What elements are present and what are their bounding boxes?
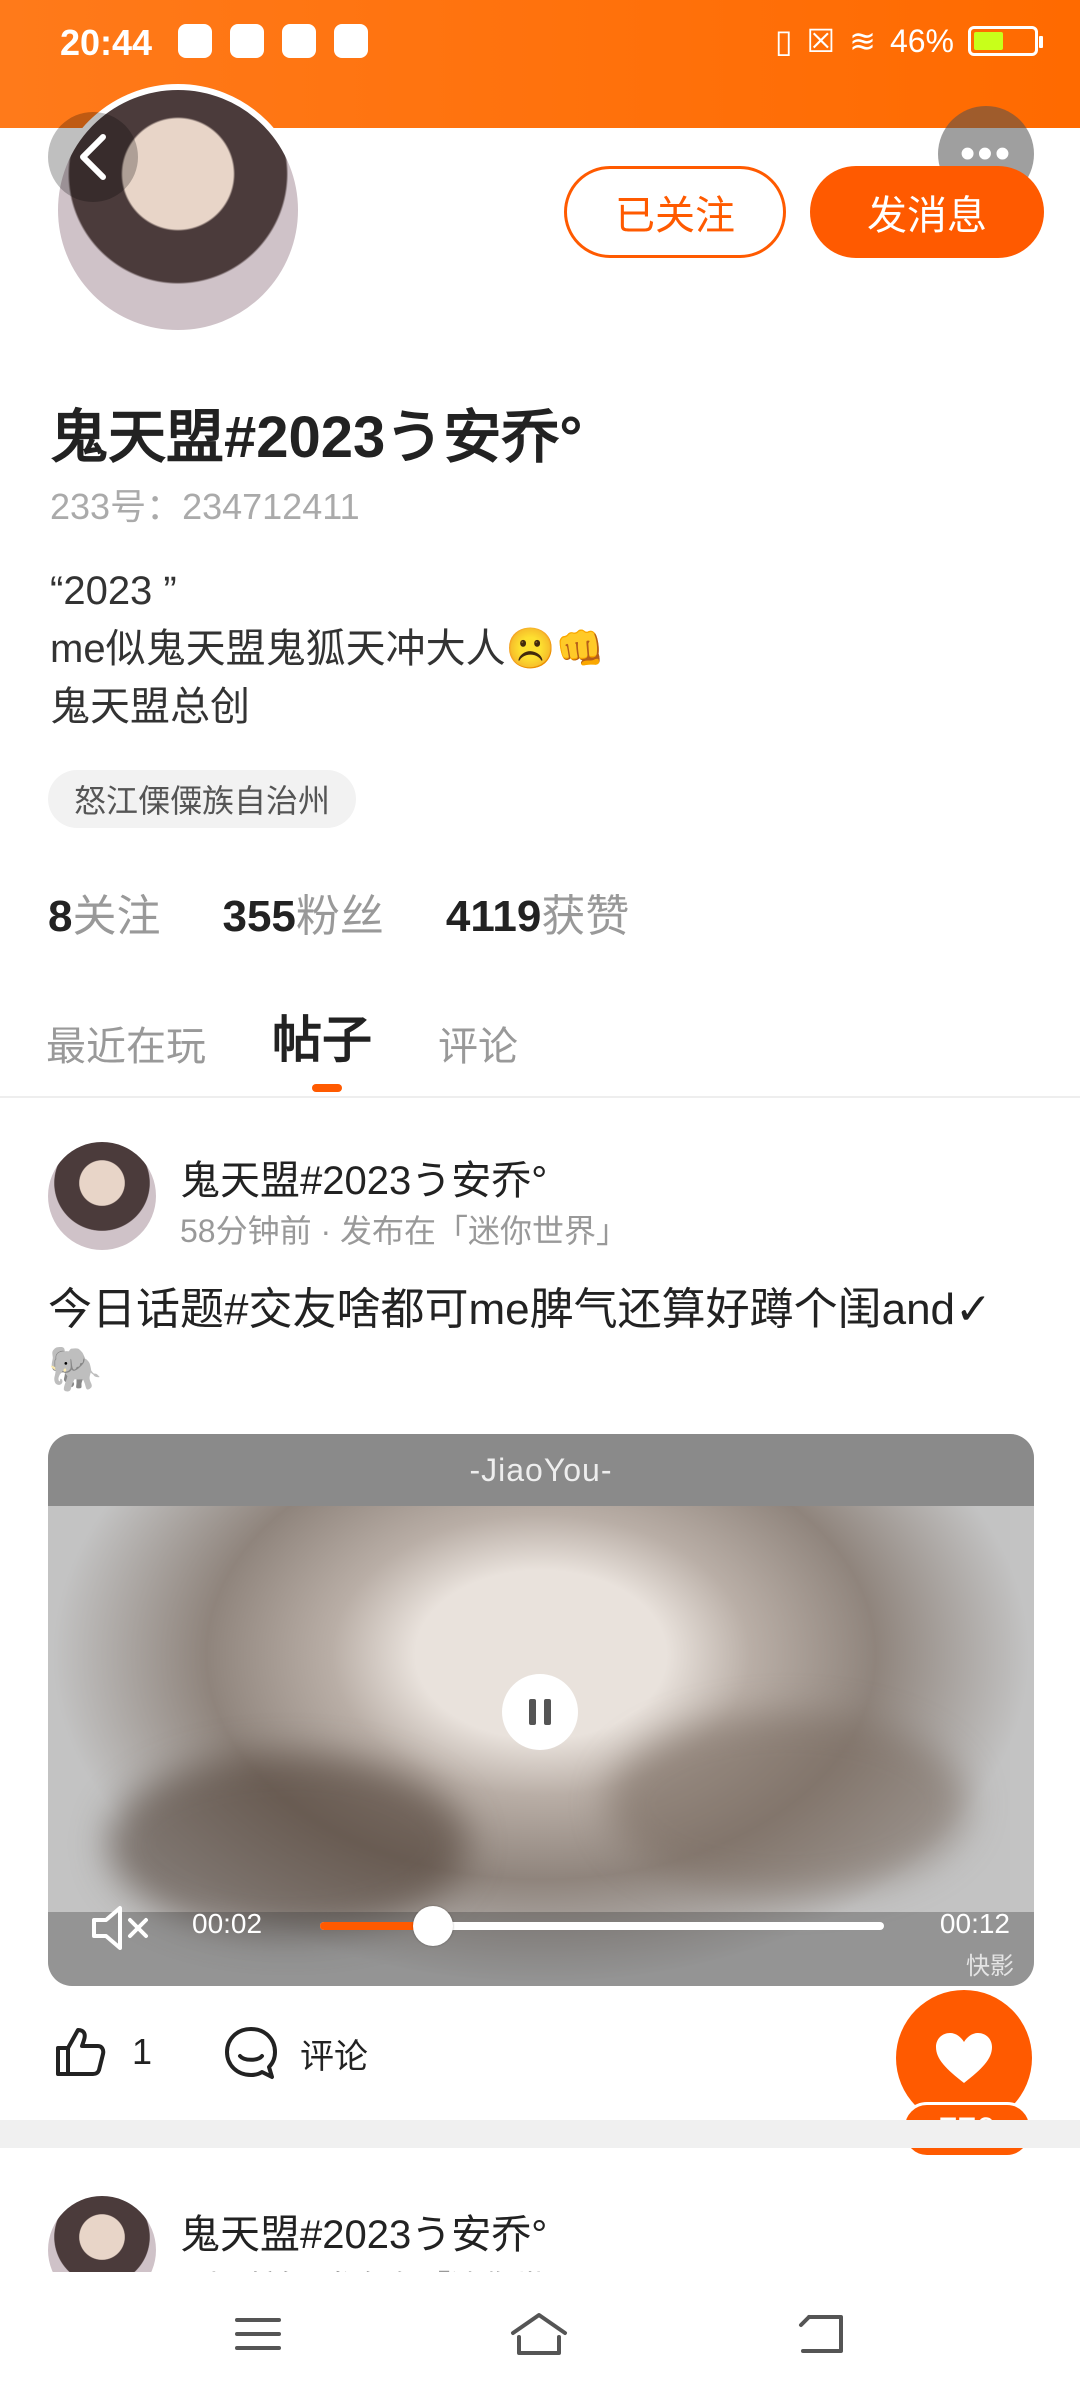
divider <box>0 1096 1080 1098</box>
menu-button[interactable] <box>233 2314 283 2359</box>
thumbs-up-icon <box>56 2028 106 2076</box>
message-button[interactable]: 发消息 <box>810 166 1044 258</box>
profile-tabs: 最近在玩 帖子 评论 <box>46 1000 518 1072</box>
pause-button[interactable] <box>502 1674 578 1750</box>
video-frame-blur <box>108 1754 468 1934</box>
signal-off-icon: ☒ <box>806 23 836 59</box>
vibrate-icon: ▯ <box>774 23 793 59</box>
system-nav-bar <box>0 2272 1080 2400</box>
post-author[interactable]: 鬼天盟#2023う安乔° <box>180 2202 547 2260</box>
back-icon <box>799 2314 843 2353</box>
video-total-time: 00:12 <box>939 1908 1010 1939</box>
comment-icon <box>225 2027 277 2079</box>
status-right: ▯ ☒ ≋ 46% <box>774 22 1043 60</box>
post-video[interactable]: -JiaoYou- 00:02 00:12 快影 <box>48 1434 1034 1986</box>
profile-bio: “2023 ” me似鬼天盟鬼狐天冲大人☹️👊 鬼天盟总创 <box>50 562 605 736</box>
post-author[interactable]: 鬼天盟#2023う安乔° <box>180 1148 547 1206</box>
post-text[interactable]: 今日话题#交友啥都可me脾气还算好蹲个闺and✓🐘 <box>48 1280 1038 1400</box>
follow-button[interactable]: 已关注 <box>564 166 786 258</box>
mute-icon <box>92 1906 148 1950</box>
post-separator <box>0 2120 1080 2148</box>
tab-comments[interactable]: 评论 <box>438 1014 518 1072</box>
heart-icon <box>936 2033 992 2083</box>
stat-label: 粉丝 <box>295 892 384 941</box>
status-app-icons <box>178 24 368 58</box>
wifi-icon: ≋ <box>849 23 876 59</box>
profile-stats: 8关注 355粉丝 4119获赞 <box>48 880 629 944</box>
mute-button[interactable] <box>88 1900 152 1961</box>
video-progress-bar[interactable] <box>320 1906 884 1946</box>
stat-number: 8 <box>48 892 73 941</box>
like-button[interactable]: 1 <box>52 2024 152 2080</box>
video-title: -JiaoYou- <box>48 1434 1034 1506</box>
home-icon <box>511 2312 567 2355</box>
stat-following[interactable]: 8关注 <box>48 880 160 944</box>
stat-likes[interactable]: 4119获赞 <box>446 880 629 944</box>
app-notification-icon <box>178 24 212 58</box>
stat-number: 355 <box>222 892 296 941</box>
video-progress-handle[interactable] <box>412 1906 453 1946</box>
back-nav-button[interactable] <box>795 2311 847 2362</box>
app-notification-icon <box>334 24 368 58</box>
app-notification-icon <box>282 24 316 58</box>
chevron-left-icon <box>80 134 106 180</box>
stat-label: 关注 <box>72 892 161 941</box>
like-count: 1 <box>132 2031 153 2072</box>
home-button[interactable] <box>509 2311 569 2362</box>
post-avatar[interactable] <box>48 1142 156 1250</box>
stat-followers[interactable]: 355粉丝 <box>222 880 383 944</box>
battery-percent: 46% <box>889 22 954 59</box>
stat-number: 4119 <box>445 892 542 941</box>
pause-icon <box>529 1699 551 1725</box>
comment-button[interactable]: 评论 <box>222 2024 368 2082</box>
video-current-time: 00:02 <box>192 1908 263 1939</box>
post-meta: 58分钟前 · 发布在「迷你世界」 <box>180 1213 629 1249</box>
tab-indicator <box>312 1084 342 1092</box>
tab-recent-play[interactable]: 最近在玩 <box>46 1014 206 1072</box>
bio-line: “2023 ” <box>50 569 177 613</box>
stat-label: 获赞 <box>541 892 630 941</box>
back-button[interactable] <box>48 112 138 202</box>
bio-line: me似鬼天盟鬼狐天冲大人☹️👊 <box>50 627 606 671</box>
location-tag[interactable]: 怒江傈僳族自治州 <box>48 770 357 828</box>
video-watermark: 快影 <box>966 1953 1014 1980</box>
battery-icon <box>968 26 1043 56</box>
menu-icon <box>235 2317 281 2350</box>
tab-posts[interactable]: 帖子 <box>272 1000 372 1072</box>
comment-label: 评论 <box>300 2037 368 2076</box>
profile-id: 233号：234712411 <box>50 486 360 527</box>
profile-name: 鬼天盟#2023う安乔° <box>50 405 583 470</box>
bio-line: 鬼天盟总创 <box>50 685 250 729</box>
app-notification-icon <box>230 24 264 58</box>
video-frame-blur <box>608 1714 968 1894</box>
status-time: 20:44 <box>60 22 153 63</box>
